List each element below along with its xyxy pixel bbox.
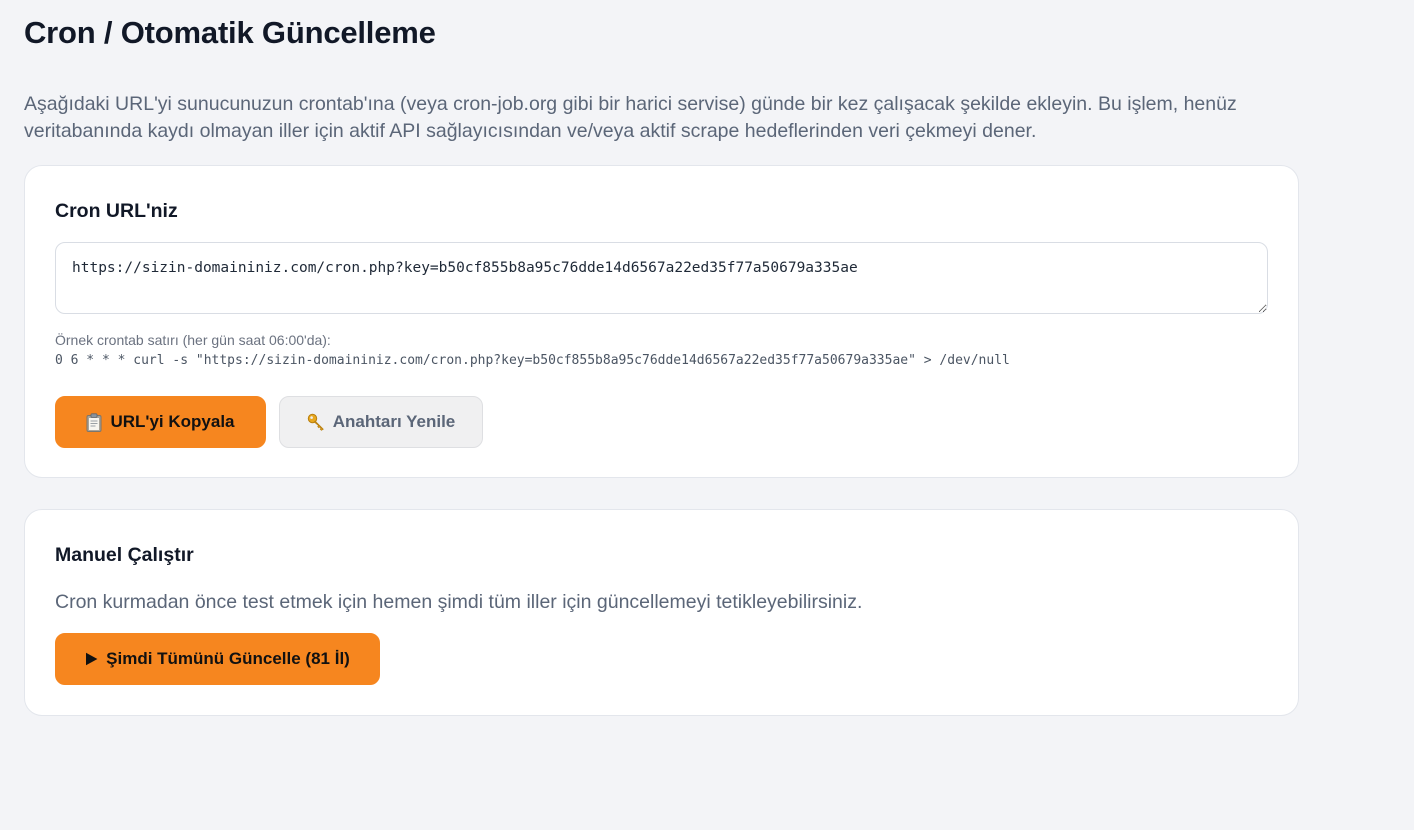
cron-url-card: Cron URL'niz Örnek crontab satırı (her g… (24, 165, 1299, 478)
crontab-example-code: 0 6 * * * curl -s "https://sizin-domaini… (55, 353, 1010, 368)
crontab-example-label: Örnek crontab satırı (her gün saat 06:00… (55, 332, 331, 348)
renew-key-button[interactable]: Anahtarı Yenile (279, 396, 483, 448)
page-title: Cron / Otomatik Güncelleme (24, 15, 436, 50)
copy-url-button-label: URL'yi Kopyala (110, 412, 235, 431)
copy-url-button[interactable]: URL'yi Kopyala (55, 396, 266, 448)
run-all-update-button-label: Şimdi Tümünü Güncelle (81 İl) (106, 649, 350, 668)
renew-key-button-label: Anahtarı Yenile (332, 412, 456, 431)
play-icon (85, 652, 98, 666)
manual-run-description: Cron kurmadan önce test etmek için hemen… (55, 591, 863, 613)
cron-actions: URL'yi Kopyala Anahtarı Yenile (55, 396, 1268, 448)
manual-run-card-title: Manuel Çalıştır (55, 544, 194, 566)
manual-run-card: Manuel Çalıştır Cron kurmadan önce test … (24, 509, 1299, 716)
cron-url-card-title: Cron URL'niz (55, 200, 178, 222)
page-intro-text: Aşağıdaki URL'yi sunucunuzun crontab'ına… (24, 93, 1237, 142)
cron-url-textarea[interactable] (55, 242, 1268, 314)
run-all-update-button[interactable]: Şimdi Tümünü Güncelle (81 İl) (55, 633, 380, 685)
clipboard-icon (86, 412, 102, 432)
key-icon (307, 413, 325, 431)
cron-settings-page: Cron / Otomatik Güncelleme Aşağıdaki URL… (0, 0, 1414, 830)
